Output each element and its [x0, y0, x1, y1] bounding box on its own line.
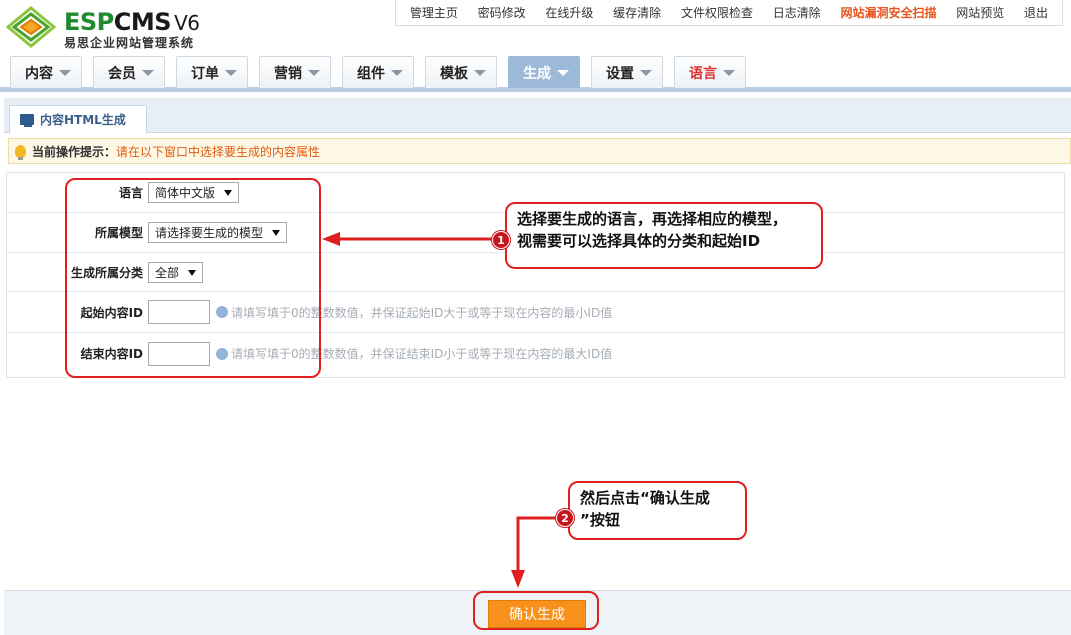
arrowhead-step2	[511, 570, 525, 588]
step1-badge: 1	[492, 231, 510, 249]
step2-badge: 2	[556, 509, 574, 527]
arrow-line-step2	[516, 516, 556, 572]
arrowhead-step1	[322, 232, 340, 246]
annotation-arrows	[322, 232, 556, 588]
